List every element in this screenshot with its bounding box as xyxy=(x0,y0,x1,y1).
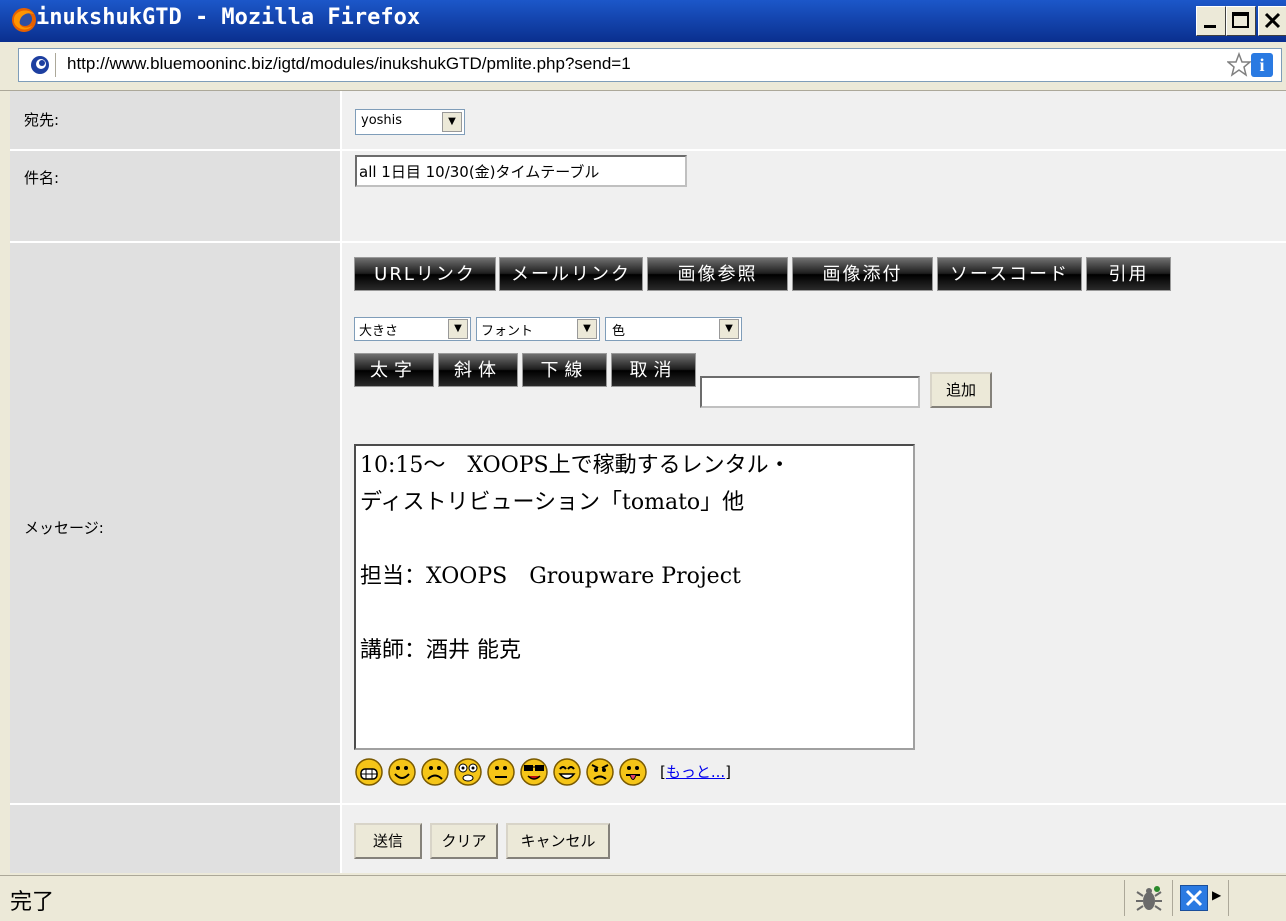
add-input[interactable] xyxy=(700,376,920,408)
recipient-label: 宛先: xyxy=(24,111,60,129)
more-bracket-close: ] xyxy=(725,763,732,781)
cancel-button[interactable]: キャンセル xyxy=(506,823,610,859)
subject-value-cell xyxy=(342,151,1286,241)
close-button[interactable] xyxy=(1258,6,1286,36)
sad-icon[interactable] xyxy=(420,757,450,787)
arrow-right-icon[interactable]: ▶ xyxy=(1212,888,1221,902)
title-bar: inukshukGTD - Mozilla Firefox xyxy=(0,0,1286,42)
cool-icon[interactable] xyxy=(519,757,549,787)
bold-button[interactable]: 太字 xyxy=(354,353,434,387)
send-button[interactable]: 送信 xyxy=(354,823,422,859)
size-select-value: 大きさ xyxy=(359,324,399,339)
recipient-select[interactable]: yoshis ▼ xyxy=(355,109,465,135)
url-text: http://www.bluemooninc.biz/igtd/modules/… xyxy=(67,54,631,73)
addon-icon[interactable] xyxy=(1180,885,1208,911)
size-select[interactable]: 大きさ ▼ xyxy=(354,317,471,341)
maximize-button[interactable] xyxy=(1226,6,1256,36)
image-reference-button[interactable]: 画像参照 xyxy=(647,257,788,291)
globe-icon xyxy=(31,56,49,74)
minimize-button[interactable] xyxy=(1196,6,1226,36)
firefox-icon xyxy=(12,8,36,32)
recipient-select-value: yoshis xyxy=(361,113,403,128)
subject-label-cell: 件名: xyxy=(10,151,340,241)
url-link-button[interactable]: URLリンク xyxy=(354,257,496,291)
recipient-row: 宛先: yoshis ▼ xyxy=(10,91,1286,149)
more-smileys-link[interactable]: もっと... xyxy=(666,763,725,781)
biggrin-icon[interactable] xyxy=(354,757,384,787)
eek-icon[interactable] xyxy=(453,757,483,787)
minimize-icon xyxy=(1204,25,1216,28)
message-form: 宛先: yoshis ▼ 件名: メッセージ: URLリンク メールリンク 画像… xyxy=(10,91,1286,873)
actions-row xyxy=(10,805,1286,873)
subject-row: 件名: xyxy=(10,151,1286,241)
actions-label-cell xyxy=(10,805,340,873)
mail-link-button[interactable]: メールリンク xyxy=(499,257,643,291)
recipient-value-cell: yoshis ▼ xyxy=(342,91,1286,149)
mad-icon[interactable] xyxy=(585,757,615,787)
neutral-icon[interactable] xyxy=(486,757,516,787)
chevron-down-icon[interactable]: ▼ xyxy=(442,112,462,132)
status-text: 完了 xyxy=(10,890,55,915)
status-divider xyxy=(1228,880,1229,916)
italic-button[interactable]: 斜体 xyxy=(438,353,518,387)
site-identity-button[interactable] xyxy=(25,53,56,77)
bug-icon[interactable] xyxy=(1134,884,1164,914)
close-icon xyxy=(1264,12,1281,29)
razz-icon[interactable] xyxy=(618,757,648,787)
recipient-label-cell: 宛先: xyxy=(10,91,340,149)
quote-button[interactable]: 引用 xyxy=(1086,257,1171,291)
status-bar: 完了 ▶ xyxy=(0,875,1286,921)
chevron-down-icon[interactable]: ▼ xyxy=(577,319,597,339)
subject-label: 件名: xyxy=(24,169,60,187)
x-icon xyxy=(1185,889,1203,907)
strikethrough-button[interactable]: 取消 xyxy=(611,353,696,387)
status-divider xyxy=(1172,880,1173,916)
chevron-down-icon[interactable]: ▼ xyxy=(719,319,739,339)
status-divider xyxy=(1124,880,1125,916)
address-bar: http://www.bluemooninc.biz/igtd/modules/… xyxy=(0,42,1286,91)
image-attach-button[interactable]: 画像添付 xyxy=(792,257,933,291)
font-select[interactable]: フォント ▼ xyxy=(476,317,600,341)
more-smileys: [もっと...] xyxy=(660,761,731,782)
lol-icon[interactable] xyxy=(552,757,582,787)
smile-icon[interactable] xyxy=(387,757,417,787)
clear-button[interactable]: クリア xyxy=(430,823,498,859)
add-button[interactable]: 追加 xyxy=(930,372,992,408)
window-title: inukshukGTD - Mozilla Firefox xyxy=(36,5,421,30)
color-select-value: 色 xyxy=(612,324,626,339)
message-label: メッセージ: xyxy=(24,519,104,537)
message-textarea[interactable] xyxy=(354,444,915,750)
maximize-icon xyxy=(1232,12,1249,28)
color-select[interactable]: 色 ▼ xyxy=(605,317,742,341)
url-field[interactable]: http://www.bluemooninc.biz/igtd/modules/… xyxy=(18,48,1282,82)
underline-button[interactable]: 下線 xyxy=(522,353,607,387)
source-code-button[interactable]: ソースコード xyxy=(937,257,1082,291)
chevron-down-icon[interactable]: ▼ xyxy=(448,319,468,339)
font-select-value: フォント xyxy=(481,324,534,339)
message-label-cell: メッセージ: xyxy=(10,243,340,803)
star-icon[interactable] xyxy=(1227,51,1251,79)
subject-input[interactable] xyxy=(355,155,687,187)
info-icon[interactable]: i xyxy=(1251,53,1273,77)
